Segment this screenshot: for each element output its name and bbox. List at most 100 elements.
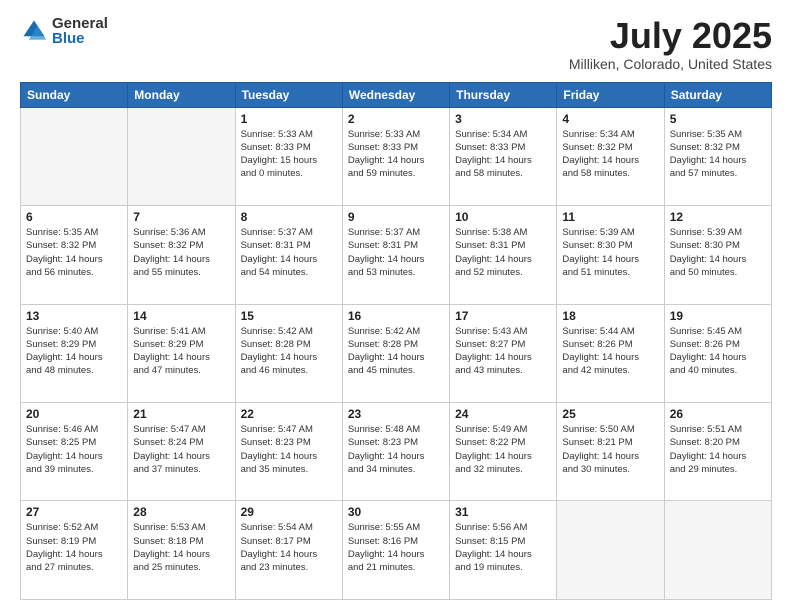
day-number: 23 (348, 407, 444, 421)
day-info: Sunrise: 5:33 AM Sunset: 8:33 PM Dayligh… (241, 128, 337, 181)
day-info: Sunrise: 5:41 AM Sunset: 8:29 PM Dayligh… (133, 325, 229, 378)
calendar-cell (21, 107, 128, 205)
page: General Blue July 2025 Milliken, Colorad… (0, 0, 792, 612)
day-info: Sunrise: 5:39 AM Sunset: 8:30 PM Dayligh… (670, 226, 766, 279)
calendar-weekday-thursday: Thursday (450, 82, 557, 107)
day-number: 25 (562, 407, 658, 421)
day-number: 30 (348, 505, 444, 519)
calendar-weekday-friday: Friday (557, 82, 664, 107)
calendar-cell: 18Sunrise: 5:44 AM Sunset: 8:26 PM Dayli… (557, 304, 664, 402)
day-number: 14 (133, 309, 229, 323)
calendar-week-row-1: 1 Sunrise: 5:33 AM Sunset: 8:33 PM Daylig… (21, 107, 772, 205)
day-info: Sunrise: 5:37 AM Sunset: 8:31 PM Dayligh… (241, 226, 337, 279)
day-number: 12 (670, 210, 766, 224)
day-info: Sunrise: 5:40 AM Sunset: 8:29 PM Dayligh… (26, 325, 122, 378)
calendar-cell: 9Sunrise: 5:37 AM Sunset: 8:31 PM Daylig… (342, 206, 449, 304)
day-number: 22 (241, 407, 337, 421)
day-number: 10 (455, 210, 551, 224)
calendar-cell: 6Sunrise: 5:35 AM Sunset: 8:32 PM Daylig… (21, 206, 128, 304)
day-info: Sunrise: 5:34 AM Sunset: 8:33 PM Dayligh… (455, 128, 551, 181)
calendar-cell (128, 107, 235, 205)
day-info: Sunrise: 5:45 AM Sunset: 8:26 PM Dayligh… (670, 325, 766, 378)
title-block: July 2025 Milliken, Colorado, United Sta… (569, 16, 772, 72)
calendar-cell: 14 Sunrise: 5:41 AM Sunset: 8:29 PM Dayli… (128, 304, 235, 402)
day-info: Sunrise: 5:35 AM Sunset: 8:32 PM Dayligh… (670, 128, 766, 181)
calendar-cell (664, 501, 771, 600)
day-info: Sunrise: 5:33 AM Sunset: 8:33 PM Dayligh… (348, 128, 444, 181)
day-info: Sunrise: 5:46 AM Sunset: 8:25 PM Dayligh… (26, 423, 122, 476)
day-number: 4 (562, 112, 658, 126)
calendar-cell: 25 Sunrise: 5:50 AM Sunset: 8:21 PM Dayli… (557, 403, 664, 501)
calendar-cell: 2 Sunrise: 5:33 AM Sunset: 8:33 PM Daylig… (342, 107, 449, 205)
day-number: 8 (241, 210, 337, 224)
calendar-cell: 11Sunrise: 5:39 AM Sunset: 8:30 PM Dayli… (557, 206, 664, 304)
calendar-cell: 4 Sunrise: 5:34 AM Sunset: 8:32 PM Daylig… (557, 107, 664, 205)
calendar-cell: 29 Sunrise: 5:54 AM Sunset: 8:17 PM Dayli… (235, 501, 342, 600)
day-number: 19 (670, 309, 766, 323)
calendar-cell: 7Sunrise: 5:36 AM Sunset: 8:32 PM Daylig… (128, 206, 235, 304)
day-number: 15 (241, 309, 337, 323)
day-info: Sunrise: 5:42 AM Sunset: 8:28 PM Dayligh… (241, 325, 337, 378)
calendar-cell: 12 Sunrise: 5:39 AM Sunset: 8:30 PM Dayli… (664, 206, 771, 304)
calendar-cell: 8 Sunrise: 5:37 AM Sunset: 8:31 PM Daylig… (235, 206, 342, 304)
calendar-cell: 30Sunrise: 5:55 AM Sunset: 8:16 PM Dayli… (342, 501, 449, 600)
calendar-cell: 22Sunrise: 5:47 AM Sunset: 8:23 PM Dayli… (235, 403, 342, 501)
calendar-cell: 28 Sunrise: 5:53 AM Sunset: 8:18 PM Dayli… (128, 501, 235, 600)
calendar-week-row-5: 27Sunrise: 5:52 AM Sunset: 8:19 PM Dayli… (21, 501, 772, 600)
subtitle: Milliken, Colorado, United States (569, 56, 772, 72)
calendar-cell: 13Sunrise: 5:40 AM Sunset: 8:29 PM Dayli… (21, 304, 128, 402)
day-info: Sunrise: 5:53 AM Sunset: 8:18 PM Dayligh… (133, 521, 229, 574)
calendar-cell: 26 Sunrise: 5:51 AM Sunset: 8:20 PM Dayli… (664, 403, 771, 501)
day-info: Sunrise: 5:38 AM Sunset: 8:31 PM Dayligh… (455, 226, 551, 279)
calendar-weekday-monday: Monday (128, 82, 235, 107)
day-info: Sunrise: 5:43 AM Sunset: 8:27 PM Dayligh… (455, 325, 551, 378)
day-number: 24 (455, 407, 551, 421)
day-info: Sunrise: 5:37 AM Sunset: 8:31 PM Dayligh… (348, 226, 444, 279)
day-info: Sunrise: 5:42 AM Sunset: 8:28 PM Dayligh… (348, 325, 444, 378)
day-info: Sunrise: 5:34 AM Sunset: 8:32 PM Dayligh… (562, 128, 658, 181)
calendar-cell: 16 Sunrise: 5:42 AM Sunset: 8:28 PM Dayli… (342, 304, 449, 402)
calendar-cell: 21Sunrise: 5:47 AM Sunset: 8:24 PM Dayli… (128, 403, 235, 501)
day-number: 20 (26, 407, 122, 421)
day-number: 27 (26, 505, 122, 519)
calendar-cell: 27Sunrise: 5:52 AM Sunset: 8:19 PM Dayli… (21, 501, 128, 600)
logo-text: General Blue (52, 16, 108, 46)
day-number: 26 (670, 407, 766, 421)
day-number: 16 (348, 309, 444, 323)
calendar-cell: 19 Sunrise: 5:45 AM Sunset: 8:26 PM Dayli… (664, 304, 771, 402)
day-info: Sunrise: 5:54 AM Sunset: 8:17 PM Dayligh… (241, 521, 337, 574)
logo-icon (20, 17, 48, 45)
day-number: 2 (348, 112, 444, 126)
day-number: 31 (455, 505, 551, 519)
calendar-cell: 31 Sunrise: 5:56 AM Sunset: 8:15 PM Dayli… (450, 501, 557, 600)
day-info: Sunrise: 5:49 AM Sunset: 8:22 PM Dayligh… (455, 423, 551, 476)
day-info: Sunrise: 5:44 AM Sunset: 8:26 PM Dayligh… (562, 325, 658, 378)
calendar-cell: 3 Sunrise: 5:34 AM Sunset: 8:33 PM Daylig… (450, 107, 557, 205)
day-number: 29 (241, 505, 337, 519)
logo-general: General (52, 16, 108, 31)
day-number: 1 (241, 112, 337, 126)
calendar-cell: 23 Sunrise: 5:48 AM Sunset: 8:23 PM Dayli… (342, 403, 449, 501)
day-info: Sunrise: 5:56 AM Sunset: 8:15 PM Dayligh… (455, 521, 551, 574)
logo-blue: Blue (52, 31, 108, 46)
calendar-header-row: SundayMondayTuesdayWednesdayThursdayFrid… (21, 82, 772, 107)
header: General Blue July 2025 Milliken, Colorad… (20, 16, 772, 72)
day-number: 7 (133, 210, 229, 224)
main-title: July 2025 (569, 16, 772, 56)
calendar-cell: 20 Sunrise: 5:46 AM Sunset: 8:25 PM Dayli… (21, 403, 128, 501)
calendar-weekday-sunday: Sunday (21, 82, 128, 107)
day-info: Sunrise: 5:47 AM Sunset: 8:24 PM Dayligh… (133, 423, 229, 476)
calendar-cell: 1 Sunrise: 5:33 AM Sunset: 8:33 PM Daylig… (235, 107, 342, 205)
day-number: 28 (133, 505, 229, 519)
day-number: 17 (455, 309, 551, 323)
day-number: 3 (455, 112, 551, 126)
day-info: Sunrise: 5:35 AM Sunset: 8:32 PM Dayligh… (26, 226, 122, 279)
calendar-cell: 24 Sunrise: 5:49 AM Sunset: 8:22 PM Dayli… (450, 403, 557, 501)
calendar-week-row-4: 20 Sunrise: 5:46 AM Sunset: 8:25 PM Dayli… (21, 403, 772, 501)
day-info: Sunrise: 5:48 AM Sunset: 8:23 PM Dayligh… (348, 423, 444, 476)
day-number: 5 (670, 112, 766, 126)
day-info: Sunrise: 5:51 AM Sunset: 8:20 PM Dayligh… (670, 423, 766, 476)
day-info: Sunrise: 5:39 AM Sunset: 8:30 PM Dayligh… (562, 226, 658, 279)
calendar-weekday-saturday: Saturday (664, 82, 771, 107)
day-info: Sunrise: 5:50 AM Sunset: 8:21 PM Dayligh… (562, 423, 658, 476)
